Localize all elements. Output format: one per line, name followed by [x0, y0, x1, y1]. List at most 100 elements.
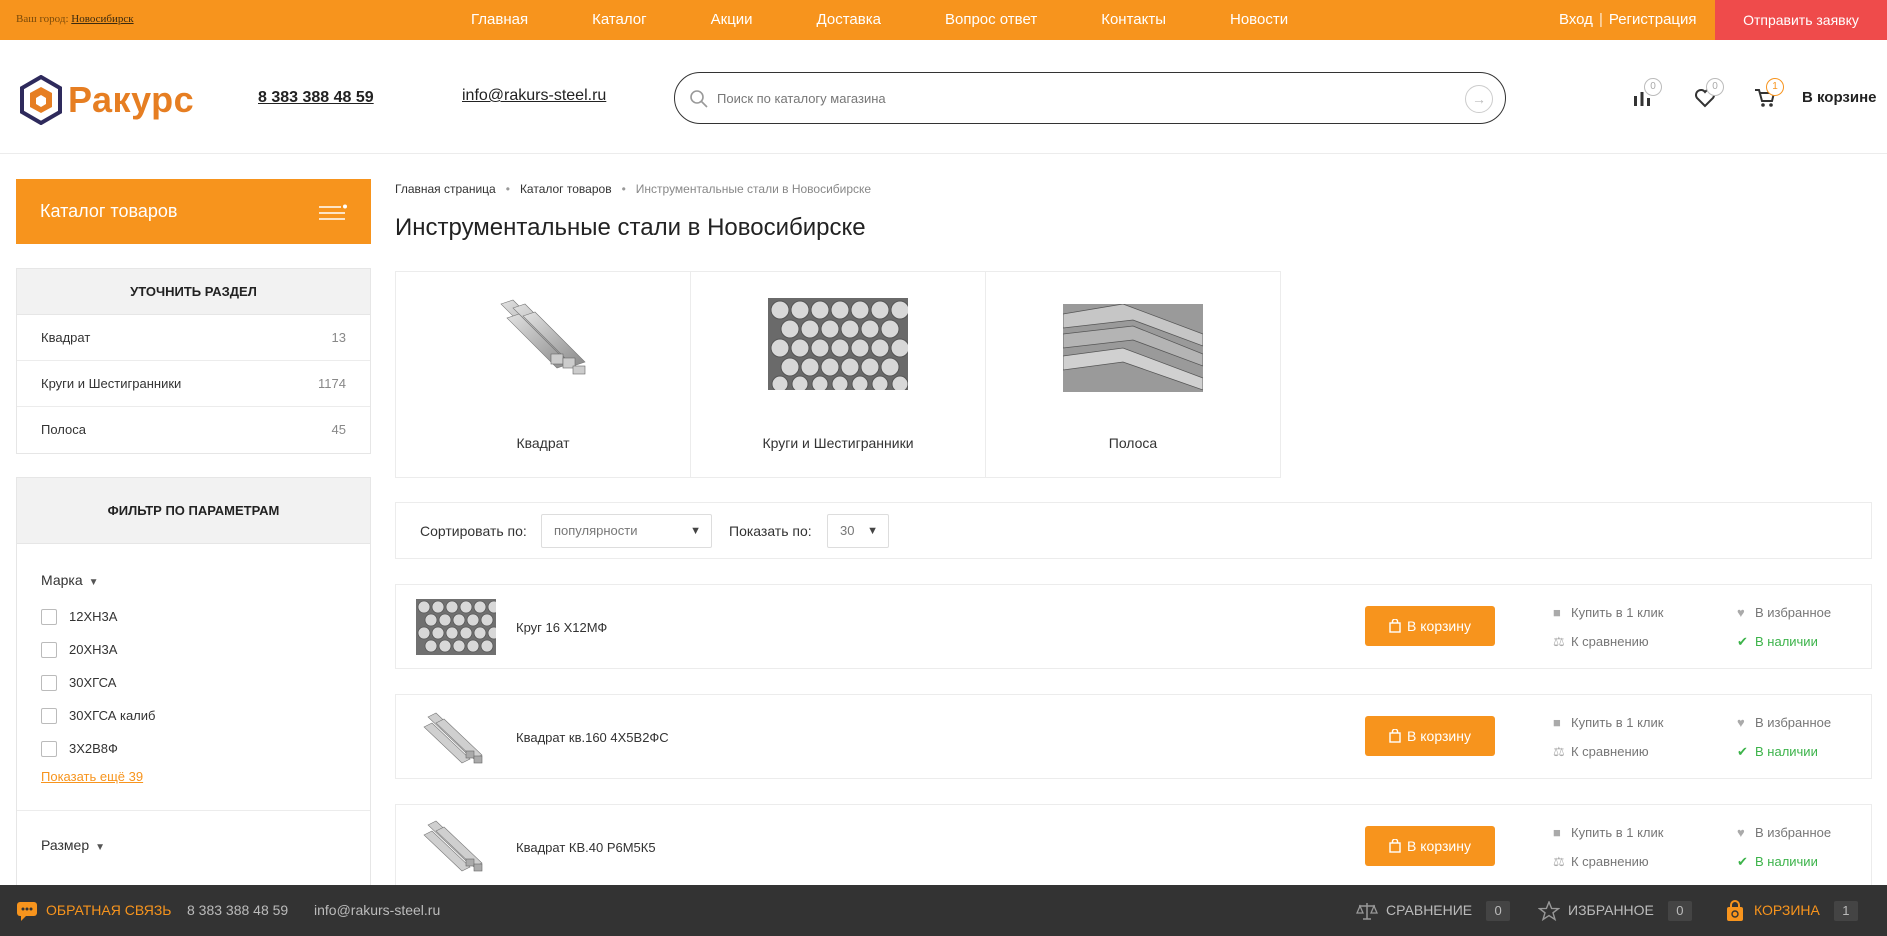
footer-cart[interactable]: КОРЗИНА 1: [1724, 885, 1858, 936]
show-more-link[interactable]: Показать ещё 39: [41, 769, 143, 784]
in-stock-label: В наличии: [1755, 854, 1818, 869]
section-item[interactable]: Квадрат 13: [17, 315, 370, 361]
shopping-bag-icon: [1727, 900, 1743, 922]
brand-option-label: 3Х2В8Ф: [69, 741, 118, 756]
compare-link[interactable]: ⚖ К сравнению: [1553, 854, 1649, 870]
product-name[interactable]: Квадрат кв.160 4Х5В2ФС: [516, 730, 669, 745]
chevron-down-icon: ▼: [690, 525, 701, 537]
checkbox[interactable]: [41, 707, 57, 724]
section-item[interactable]: Круги и Шестигранники 1174: [17, 361, 370, 407]
breadcrumb-home[interactable]: Главная страница: [395, 182, 496, 196]
header-email[interactable]: info@rakurs-steel.ru: [462, 87, 606, 105]
buy-one-click-link[interactable]: ■ Купить в 1 клик: [1553, 715, 1663, 730]
add-to-cart-button[interactable]: В корзину: [1365, 826, 1495, 866]
header-phone[interactable]: 8 383 388 48 59: [258, 89, 374, 107]
checkbox[interactable]: [41, 641, 57, 658]
compare-count-badge: 0: [1644, 78, 1662, 96]
nav-delivery[interactable]: Доставка: [817, 0, 881, 40]
logo[interactable]: Ракурс: [20, 75, 194, 125]
product-row: Круг 16 Х12МФ В корзину ■ Купить в 1 клик…: [395, 584, 1872, 669]
add-to-cart-button[interactable]: В корзину: [1365, 716, 1495, 756]
menu-icon: [319, 204, 347, 220]
brand-option[interactable]: 3Х2В8Ф: [41, 732, 346, 765]
section-panel: УТОЧНИТЬ РАЗДЕЛ Квадрат 13 Круги и Шестиг…: [16, 268, 371, 454]
cart-label[interactable]: В корзине: [1802, 89, 1877, 106]
send-request-button[interactable]: Отправить заявку: [1715, 0, 1887, 40]
add-to-cart-label: В корзину: [1407, 838, 1471, 854]
nav-news[interactable]: Новости: [1230, 0, 1288, 40]
product-thumbnail[interactable]: [416, 709, 496, 765]
product-thumbnail[interactable]: [416, 819, 496, 875]
favorite-link[interactable]: ♥ В избранное: [1737, 825, 1831, 840]
breadcrumb-catalog[interactable]: Каталог товаров: [520, 182, 612, 196]
bag-icon: ■: [1553, 825, 1561, 840]
filter-panel: ФИЛЬТР ПО ПАРАМЕТРАМ Марка ▼ 12ХН3А 20ХН3…: [16, 477, 371, 897]
register-link[interactable]: Регистрация: [1609, 11, 1697, 28]
brand-filter-toggle[interactable]: Марка ▼: [41, 572, 346, 592]
scales-icon: [1356, 903, 1378, 921]
brand-option[interactable]: 30ХГСА калиб: [41, 699, 346, 732]
brand-option-label: 20ХН3А: [69, 642, 118, 657]
compare-link[interactable]: ⚖ К сравнению: [1553, 744, 1649, 760]
compare-header-button[interactable]: 0: [1632, 78, 1662, 113]
scales-icon: ⚖: [1553, 744, 1565, 759]
nav-contacts[interactable]: Контакты: [1101, 0, 1166, 40]
nav-catalog[interactable]: Каталог: [592, 0, 647, 40]
category-card[interactable]: Квадрат: [396, 272, 691, 477]
section-name: Круги и Шестигранники: [41, 376, 182, 391]
add-to-cart-button[interactable]: В корзину: [1365, 606, 1495, 646]
sort-select-value: популярности: [554, 523, 638, 538]
category-card[interactable]: Круги и Шестигранники: [691, 272, 986, 477]
chevron-down-icon: ▼: [867, 525, 878, 537]
favorite-link[interactable]: ♥ В избранное: [1737, 715, 1831, 730]
favorite-label: В избранное: [1755, 605, 1832, 620]
footer-cart-label: КОРЗИНА: [1754, 902, 1820, 918]
section-name: Полоса: [41, 422, 86, 437]
product-name[interactable]: Круг 16 Х12МФ: [516, 620, 607, 635]
nav-faq[interactable]: Вопрос ответ: [945, 0, 1037, 40]
checkbox[interactable]: [41, 674, 57, 691]
logo-icon: [20, 75, 62, 125]
footer-phone[interactable]: 8 383 388 48 59: [187, 885, 288, 936]
per-page-select[interactable]: 30 ▼: [827, 514, 889, 548]
top-bar: Ваш город: Новосибирск Главная Каталог А…: [0, 0, 1887, 40]
brand-option[interactable]: 30ХГСА: [41, 666, 346, 699]
search-submit-icon[interactable]: →: [1465, 85, 1493, 113]
search-input[interactable]: [717, 85, 1417, 111]
product-name[interactable]: Квадрат КВ.40 Р6М5К5: [516, 840, 656, 855]
checkbox[interactable]: [41, 608, 57, 625]
category-card[interactable]: Полоса: [986, 272, 1280, 477]
favorites-header-button[interactable]: 0: [1694, 78, 1724, 113]
favorite-link[interactable]: ♥ В избранное: [1737, 605, 1831, 620]
nav-promotions[interactable]: Акции: [711, 0, 753, 40]
in-stock-label: В наличии: [1755, 744, 1818, 759]
nav-home[interactable]: Главная: [471, 0, 528, 40]
buy-one-click-link[interactable]: ■ Купить в 1 клик: [1553, 825, 1663, 840]
checkbox[interactable]: [41, 740, 57, 757]
category-grid: Квадрат Круги и Шестигранники Полоса: [395, 271, 1281, 478]
brand-option-label: 30ХГСА калиб: [69, 708, 156, 723]
city-selector[interactable]: Ваш город: Новосибирск: [16, 13, 134, 25]
brand-option[interactable]: 12ХН3А: [41, 600, 346, 633]
section-name: Квадрат: [41, 330, 91, 345]
buy-one-click-link[interactable]: ■ Купить в 1 клик: [1553, 605, 1663, 620]
brand-option[interactable]: 20ХН3А: [41, 633, 346, 666]
brand-option-label: 30ХГСА: [69, 675, 117, 690]
footer-email[interactable]: info@rakurs-steel.ru: [314, 885, 440, 936]
catalog-button[interactable]: Каталог товаров: [16, 179, 371, 244]
size-filter-label: Размер: [41, 837, 90, 853]
compare-link[interactable]: ⚖ К сравнению: [1553, 634, 1649, 650]
footer-compare[interactable]: СРАВНЕНИЕ 0: [1356, 885, 1511, 936]
favorite-label: В избранное: [1755, 715, 1832, 730]
login-link[interactable]: Вход: [1559, 11, 1593, 28]
size-filter-toggle[interactable]: Размер ▼: [41, 837, 346, 857]
product-thumbnail[interactable]: [416, 599, 496, 655]
sort-select[interactable]: популярности ▼: [541, 514, 712, 548]
cart-header-button[interactable]: 1: [1754, 78, 1784, 113]
footer-favorites[interactable]: ИЗБРАННОЕ 0: [1538, 885, 1692, 936]
section-item[interactable]: Полоса 45: [17, 407, 370, 453]
city-link[interactable]: Новосибирск: [71, 13, 133, 25]
per-page-value: 30: [840, 523, 855, 538]
footer-compare-count: 0: [1486, 901, 1511, 921]
feedback-button[interactable]: ОБРАТНАЯ СВЯЗЬ: [16, 885, 171, 936]
